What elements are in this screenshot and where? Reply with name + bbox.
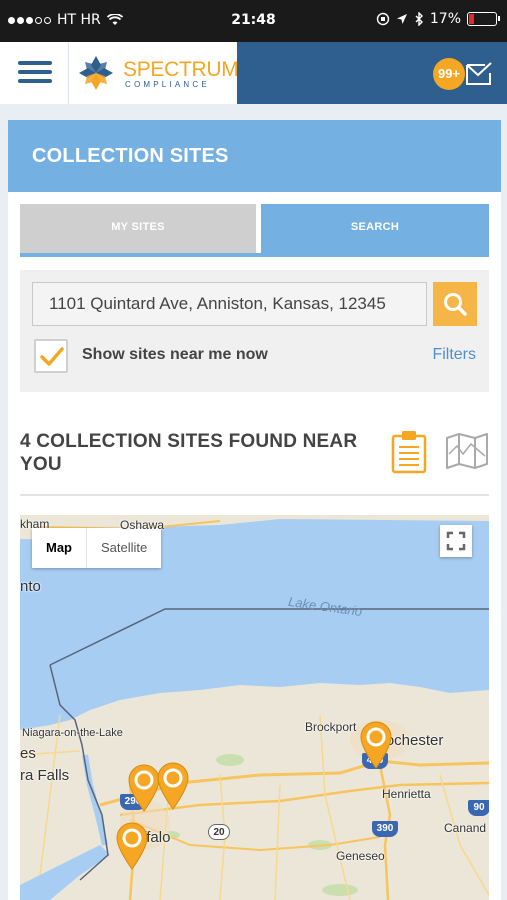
map-type-map-button[interactable]: Map [32,528,86,568]
map-label-henrietta: Henrietta [382,787,431,801]
map-label-oshawa: Oshawa [120,518,165,532]
active-tab-underline [20,253,489,257]
tab-search[interactable]: SEARCH [261,204,489,255]
map-label-niagara-on-the-lake: Niagara-on-the-Lake [22,727,123,739]
orientation-lock-icon [376,12,390,26]
tab-my-sites[interactable]: MY SITES [20,204,256,255]
results-divider [20,494,489,496]
bluetooth-icon [415,12,423,26]
map-label-brockport: Brockport [305,720,357,734]
map-type-control: Map Satellite [32,528,162,568]
battery-icon [467,12,500,26]
spectrum-logo-mark-icon [79,56,113,90]
map-tiles [20,515,489,900]
search-panel: Show sites near me now Filters [20,270,489,392]
logo-title: SPECTRUM [123,58,239,81]
location-arrow-icon [396,14,407,24]
map-type-satellite-button[interactable]: Satellite [86,528,161,568]
logo-subtitle: COMPLIANCE [125,80,210,89]
route-20-shield: 20 [208,824,230,840]
list-view-icon[interactable] [390,430,428,474]
sites-map[interactable]: Map Satellite kham Oshawa nto Lake Ontar… [20,515,489,900]
map-label-es: es [20,745,36,762]
fullscreen-icon [446,531,466,551]
site-tabs: MY SITES SEARCH [20,204,489,258]
page-title: COLLECTION SITES [32,145,229,167]
app-header: SPECTRUM COMPLIANCE 99+ [0,42,507,104]
map-label-kham: kham [20,517,50,531]
route-90-shield: 90 [468,800,489,816]
address-search-input[interactable] [32,282,427,326]
search-button[interactable] [433,282,477,326]
map-pin-icon[interactable] [155,761,191,811]
collection-sites-card: COLLECTION SITES MY SITES SEARCH Show si… [8,120,501,900]
battery-percentage: 17% [429,11,461,27]
route-390-shield: 390 [372,821,398,837]
card-header: COLLECTION SITES [8,120,501,192]
search-icon [444,293,467,316]
map-label-canandaigua: Canand [444,821,487,835]
status-bar: HT HR 21:48 17% [0,0,507,42]
show-near-me-label[interactable]: Show sites near me now [82,346,268,364]
results-count-heading: 4 COLLECTION SITES FOUND NEAR YOU [20,431,358,475]
map-pin-icon[interactable] [358,720,394,770]
map-pin-icon[interactable] [114,821,150,871]
messages-icon[interactable] [465,61,493,87]
spectrum-logo[interactable]: SPECTRUM COMPLIANCE [68,42,239,104]
map-label-niagara-falls: ra Falls [20,767,70,784]
hamburger-menu-icon[interactable] [18,61,52,85]
map-view-icon[interactable] [445,432,489,470]
notification-badge[interactable]: 99+ [433,58,465,90]
filters-link[interactable]: Filters [432,346,476,364]
map-label-geneseo: Geneseo [336,849,385,863]
checkmark-icon [40,347,64,366]
show-near-me-checkbox[interactable] [34,339,68,373]
fullscreen-button[interactable] [440,525,472,557]
map-label-toronto: nto [20,578,41,595]
